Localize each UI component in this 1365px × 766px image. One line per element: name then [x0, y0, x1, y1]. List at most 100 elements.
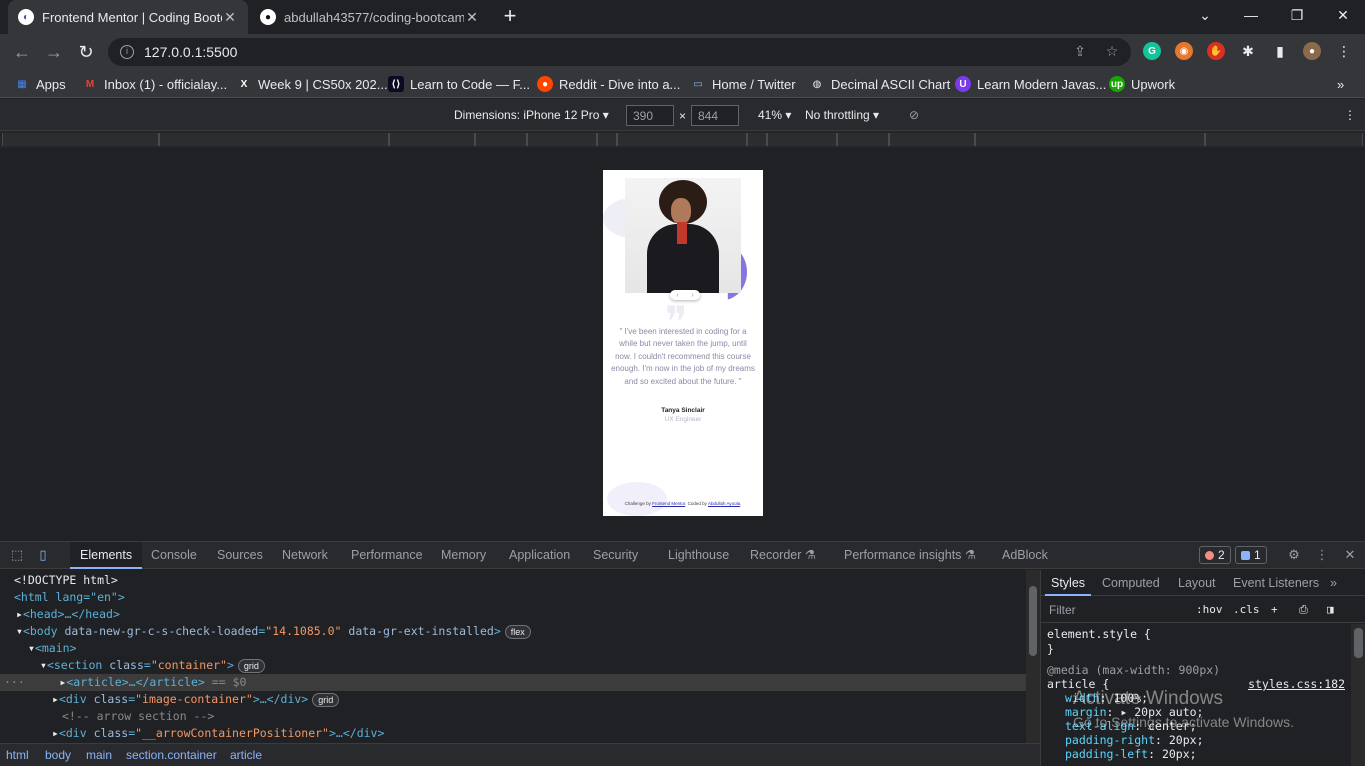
breadcrumb-article[interactable]: article	[230, 744, 262, 766]
device-toggle-icon[interactable]: ▯	[34, 547, 52, 563]
tab-application[interactable]: Application	[509, 542, 570, 569]
width-input[interactable]: 390	[626, 105, 674, 126]
media-query-segment[interactable]	[2, 133, 159, 146]
tab-memory[interactable]: Memory	[441, 542, 486, 569]
forward-icon[interactable]: →	[42, 40, 66, 64]
tab-lighthouse[interactable]: Lighthouse	[668, 542, 729, 569]
tab-security[interactable]: Security	[593, 542, 638, 569]
dom-node-body[interactable]: ▾<body data-new-gr-c-s-check-loaded="14.…	[0, 623, 1026, 640]
tab-recorder[interactable]: Recorder ⚗	[750, 542, 816, 569]
grid-badge[interactable]: grid	[237, 658, 265, 673]
more-bookmarks-icon[interactable]: »	[1337, 75, 1344, 93]
close-tab-icon[interactable]: ✕	[222, 9, 238, 26]
bookmark-freecodecamp[interactable]: ⟨⟩ Learn to Code — F...	[388, 75, 530, 93]
styles-scrollbar[interactable]	[1351, 624, 1365, 766]
media-query-segment[interactable]	[475, 133, 527, 146]
dom-scrollbar[interactable]	[1026, 570, 1040, 743]
adblock-icon[interactable]: ✋	[1207, 42, 1225, 60]
dom-node-article-selected[interactable]: ··· ▸<article>…</article> == $0	[0, 674, 1026, 691]
close-devtools-icon[interactable]: ✕	[1341, 547, 1359, 563]
grammarly-icon[interactable]: G	[1143, 42, 1161, 60]
styles-filter-input[interactable]: Filter	[1049, 603, 1076, 617]
more-tabs-icon[interactable]: »	[1330, 570, 1337, 596]
tab-sources[interactable]: Sources	[217, 542, 263, 569]
site-info-icon[interactable]: i	[120, 45, 134, 59]
media-query-segment[interactable]	[597, 133, 617, 146]
media-query-segment[interactable]	[889, 133, 975, 146]
bookmark-upwork[interactable]: up Upwork	[1109, 75, 1175, 93]
device-menu-icon[interactable]: ⋮	[1344, 108, 1356, 122]
tab-frontend-mentor[interactable]: ◐ Frontend Mentor | Coding Bootca ✕	[8, 0, 248, 34]
devtools-menu-icon[interactable]: ⋮	[1313, 547, 1331, 563]
tab-elements[interactable]: Elements	[70, 542, 143, 569]
tab-performance[interactable]: Performance	[351, 542, 423, 569]
settings-gear-icon[interactable]: ⚙	[1285, 547, 1303, 563]
tab-console[interactable]: Console	[151, 542, 197, 569]
reload-icon[interactable]: ↻	[74, 40, 98, 64]
new-rule-icon[interactable]: +	[1271, 603, 1278, 616]
media-query-segment[interactable]	[389, 133, 475, 146]
avatar[interactable]: ●	[1303, 42, 1321, 60]
rss-icon[interactable]: ◉	[1175, 42, 1193, 60]
dom-node-head[interactable]: ▸<head>…</head>	[0, 606, 1026, 623]
device-select[interactable]: Dimensions: iPhone 12 Pro ▾	[454, 108, 609, 122]
tab-performance-insights[interactable]: Performance insights ⚗	[844, 542, 976, 569]
rotate-icon[interactable]: ⊘	[909, 108, 919, 122]
tab-layout[interactable]: Layout	[1178, 570, 1216, 596]
tab-adblock[interactable]: AdBlock	[1002, 542, 1048, 569]
toggle-sidebar-icon[interactable]: ◨	[1327, 603, 1334, 616]
close-window-button[interactable]: ✕	[1320, 0, 1365, 30]
css-prop-padding-left[interactable]: padding-left: 20px;	[1047, 747, 1197, 761]
dom-node-arrow-container[interactable]: ▸<div class="__arrowContainerPositioner"…	[0, 725, 1026, 742]
menu-icon[interactable]: ⋮	[1335, 42, 1353, 60]
grid-badge[interactable]: grid	[312, 692, 340, 707]
tab-search-icon[interactable]: ⌄	[1182, 0, 1228, 30]
bookmark-apps[interactable]: ▦ Apps	[14, 75, 65, 93]
breadcrumb-body[interactable]: body	[45, 744, 71, 766]
media-query-segment[interactable]	[1205, 133, 1363, 146]
inspect-element-icon[interactable]: ⬚	[8, 547, 26, 563]
cls-toggle[interactable]: .cls	[1233, 603, 1260, 616]
dom-node-doctype[interactable]: <!DOCTYPE html>	[0, 572, 1026, 589]
extensions-icon[interactable]: ✱	[1239, 42, 1257, 60]
tab-network[interactable]: Network	[282, 542, 328, 569]
bookmark-reddit[interactable]: ● Reddit - Dive into a...	[537, 75, 680, 93]
stylesheet-link[interactable]: styles.css:182	[1248, 677, 1345, 691]
tab-styles[interactable]: Styles	[1045, 570, 1092, 596]
minimize-button[interactable]: —	[1228, 0, 1274, 30]
media-query-segment[interactable]	[159, 133, 389, 146]
media-query-segment[interactable]	[837, 133, 889, 146]
media-query-segment[interactable]	[975, 133, 1205, 146]
share-icon[interactable]: ⇪	[1071, 42, 1089, 60]
media-query-segment[interactable]	[747, 133, 767, 146]
throttling-select[interactable]: No throttling ▾	[805, 108, 879, 122]
bookmark-cs50[interactable]: X Week 9 | CS50x 202...	[236, 75, 388, 93]
dom-node-image-container[interactable]: ▸<div class="image-container">…</div> gri…	[0, 691, 1026, 708]
message-count-badge[interactable]: 1	[1235, 546, 1267, 564]
dom-node-html[interactable]: <html lang="en">	[0, 589, 1026, 606]
bookmark-star-icon[interactable]: ☆	[1103, 42, 1121, 60]
hov-toggle[interactable]: :hov	[1196, 603, 1223, 616]
dom-node-comment[interactable]: <!-- arrow section -->	[0, 708, 1026, 725]
flex-badge[interactable]: flex	[504, 624, 531, 639]
breadcrumb-main[interactable]: main	[86, 744, 112, 766]
address-bar[interactable]: i 127.0.0.1:5500	[108, 38, 1131, 66]
bookmark-ascii[interactable]: ◍ Decimal ASCII Chart	[809, 75, 951, 93]
element-style-rule[interactable]: element.style {	[1047, 627, 1151, 641]
close-tab-icon[interactable]: ✕	[464, 9, 480, 26]
back-icon[interactable]: ←	[10, 40, 34, 64]
dom-node-main[interactable]: ▾<main>	[0, 640, 1026, 657]
media-query-segment[interactable]	[767, 133, 837, 146]
side-panel-icon[interactable]: ▮	[1271, 42, 1289, 60]
bookmark-javascript[interactable]: U Learn Modern Javas...	[955, 75, 1106, 93]
css-prop-padding-right[interactable]: padding-right: 20px;	[1047, 733, 1204, 747]
breadcrumb-html[interactable]: html	[6, 744, 29, 766]
tab-github[interactable]: ● abdullah43577/coding-bootcamp ✕	[250, 0, 490, 34]
new-tab-button[interactable]: +	[498, 5, 522, 29]
tab-computed[interactable]: Computed	[1102, 570, 1160, 596]
zoom-select[interactable]: 41% ▾	[758, 108, 791, 122]
tab-event-listeners[interactable]: Event Listeners	[1233, 570, 1319, 596]
error-count-badge[interactable]: 2	[1199, 546, 1231, 564]
restore-button[interactable]: ❐	[1274, 0, 1320, 30]
media-query-segment[interactable]	[527, 133, 597, 146]
